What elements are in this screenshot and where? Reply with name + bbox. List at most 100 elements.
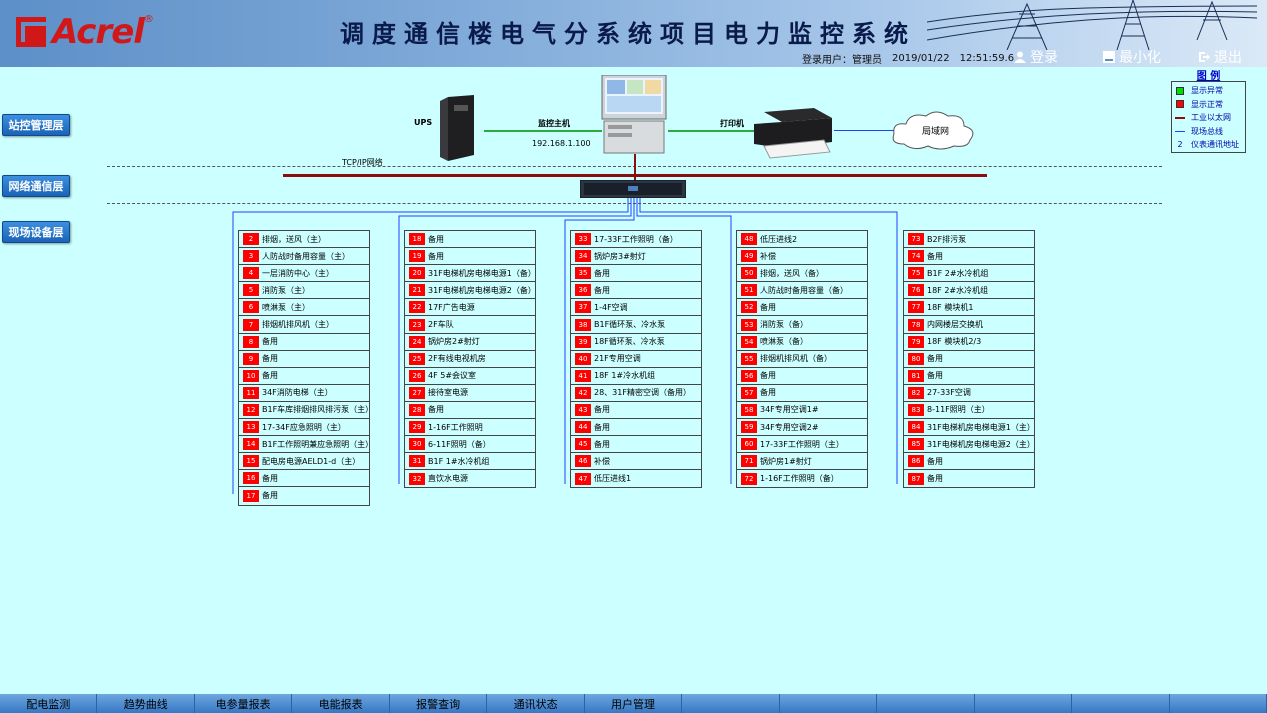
device-row[interactable]: 21 31F电梯机房电梯电源2（备） [405,282,535,300]
meter-address-badge: 8 [243,335,259,348]
device-row[interactable]: 77 18F 模块机1 [904,299,1034,317]
device-row[interactable]: 12 B1F车库排烟排风排污泵（主） [239,402,369,420]
device-row[interactable]: 5 消防泵（主） [239,282,369,300]
device-row[interactable]: 80 备用 [904,351,1034,368]
device-name: 18F 模块机2/3 [927,337,982,347]
device-row[interactable]: 55 排烟机排风机（备） [737,351,867,368]
meter-address-badge: 5 [243,284,259,297]
device-row[interactable]: 82 27-33F空调 [904,385,1034,402]
device-row[interactable]: 39 18F循环泵、冷水泵 [571,334,701,351]
nav-tab[interactable]: 通讯状态 [487,694,585,713]
device-row[interactable]: 47 低压进线1 [571,470,701,487]
device-row[interactable]: 74 备用 [904,248,1034,266]
device-row[interactable]: 29 1-16F工作照明 [405,419,535,437]
device-row[interactable]: 72 1-16F工作照明（备） [737,470,867,487]
device-row[interactable]: 30 6-11F照明（备） [405,436,535,454]
device-row[interactable]: 78 内网楼层交换机 [904,316,1034,334]
device-row[interactable]: 40 21F专用空调 [571,351,701,368]
device-row[interactable]: 6 喷淋泵（主） [239,299,369,317]
nav-tab[interactable]: 配电监测 [0,694,98,713]
device-row[interactable]: 36 备用 [571,282,701,300]
device-row[interactable]: 4 一层消防中心（主） [239,265,369,283]
device-row[interactable]: 76 18F 2#水冷机组 [904,282,1034,300]
device-name: 备用 [594,439,610,449]
nav-tab[interactable]: 报警查询 [390,694,488,713]
meter-address-badge: 86 [908,455,924,468]
nav-tab[interactable] [1072,694,1170,713]
device-row[interactable]: 41 18F 1#冷水机组 [571,368,701,385]
device-row[interactable]: 11 34F消防电梯（主） [239,385,369,402]
nav-tab[interactable]: 用户管理 [585,694,683,713]
device-row[interactable]: 53 消防泵（备） [737,316,867,334]
device-row[interactable]: 51 人防战时备用容量（备） [737,282,867,300]
nav-tab[interactable] [975,694,1073,713]
device-row[interactable]: 87 备用 [904,470,1034,487]
device-row[interactable]: 25 2F有线电视机房 [405,351,535,368]
device-row[interactable]: 73 B2F排污泵 [904,231,1034,249]
device-row[interactable]: 37 1-4F空调 [571,299,701,317]
device-row[interactable]: 10 备用 [239,368,369,385]
meter-address-badge: 58 [741,403,757,416]
device-row[interactable]: 31 B1F 1#水冷机组 [405,453,535,471]
device-row[interactable]: 75 B1F 2#水冷机组 [904,265,1034,283]
device-row[interactable]: 14 B1F工作照明兼应急照明（主） [239,436,369,454]
device-row[interactable]: 52 备用 [737,299,867,317]
device-row[interactable]: 8 备用 [239,334,369,351]
device-row[interactable]: 18 备用 [405,231,535,249]
device-row[interactable]: 26 4F 5#会议室 [405,368,535,385]
device-row[interactable]: 22 17F广告电源 [405,299,535,317]
device-row[interactable]: 23 2F车队 [405,316,535,334]
device-row[interactable]: 17 备用 [239,487,369,504]
device-row[interactable]: 34 锅炉房3#射灯 [571,248,701,266]
nav-tab[interactable] [877,694,975,713]
device-row[interactable]: 38 B1F循环泵、冷水泵 [571,316,701,334]
device-row[interactable]: 27 接待室电源 [405,385,535,402]
device-row[interactable]: 56 备用 [737,368,867,385]
meter-address-badge: 46 [575,455,591,468]
device-row[interactable]: 81 备用 [904,368,1034,385]
nav-tab[interactable] [1170,694,1267,713]
nav-tab[interactable] [780,694,878,713]
device-row[interactable]: 57 备用 [737,385,867,402]
device-row[interactable]: 16 备用 [239,470,369,488]
device-row[interactable]: 3 人防战时备用容量（主） [239,248,369,266]
device-row[interactable]: 84 31F电梯机房电梯电源1（主） [904,419,1034,437]
device-row[interactable]: 71 锅炉房1#射灯 [737,453,867,471]
device-row[interactable]: 46 补偿 [571,453,701,471]
device-row[interactable]: 44 备用 [571,419,701,437]
device-row[interactable]: 32 直饮水电源 [405,470,535,487]
device-row[interactable]: 19 备用 [405,248,535,266]
nav-tab[interactable]: 电能报表 [292,694,390,713]
device-row[interactable]: 33 17-33F工作照明（备） [571,231,701,249]
nav-tab[interactable]: 电参量报表 [195,694,293,713]
device-row[interactable]: 49 补偿 [737,248,867,266]
device-row[interactable]: 42 28、31F精密空调（备用） [571,385,701,402]
device-row[interactable]: 85 31F电梯机房电梯电源2（主） [904,436,1034,454]
device-row[interactable]: 58 34F专用空调1# [737,402,867,420]
meter-address-badge: 17 [243,489,259,502]
device-row[interactable]: 83 8-11F照明（主） [904,402,1034,420]
device-row[interactable]: 13 17-34F应急照明（主） [239,419,369,437]
nav-tab[interactable] [682,694,780,713]
device-row[interactable]: 54 喷淋泵（备） [737,334,867,351]
device-row[interactable]: 59 34F专用空调2# [737,419,867,437]
device-row[interactable]: 9 备用 [239,351,369,368]
device-row[interactable]: 86 备用 [904,453,1034,471]
device-row[interactable]: 15 配电房电源AELD1-d（主） [239,453,369,471]
device-name: 28、31F精密空调（备用） [594,388,691,398]
device-row[interactable]: 43 备用 [571,402,701,420]
device-row[interactable]: 2 排烟，送风（主） [239,231,369,249]
device-row[interactable]: 45 备用 [571,436,701,454]
device-row[interactable]: 28 备用 [405,402,535,420]
device-row[interactable]: 35 备用 [571,265,701,283]
device-row[interactable]: 48 低压进线2 [737,231,867,249]
device-name: 消防泵（主） [262,285,310,295]
device-row[interactable]: 50 排烟，送风（备） [737,265,867,283]
device-name: 补偿 [594,456,610,466]
device-row[interactable]: 20 31F电梯机房电梯电源1（备） [405,265,535,283]
device-row[interactable]: 7 排烟机排风机（主） [239,316,369,334]
nav-tab[interactable]: 趋势曲线 [97,694,195,713]
device-row[interactable]: 24 锅炉房2#射灯 [405,334,535,351]
device-row[interactable]: 79 18F 模块机2/3 [904,334,1034,351]
device-row[interactable]: 60 17-33F工作照明（主） [737,436,867,454]
